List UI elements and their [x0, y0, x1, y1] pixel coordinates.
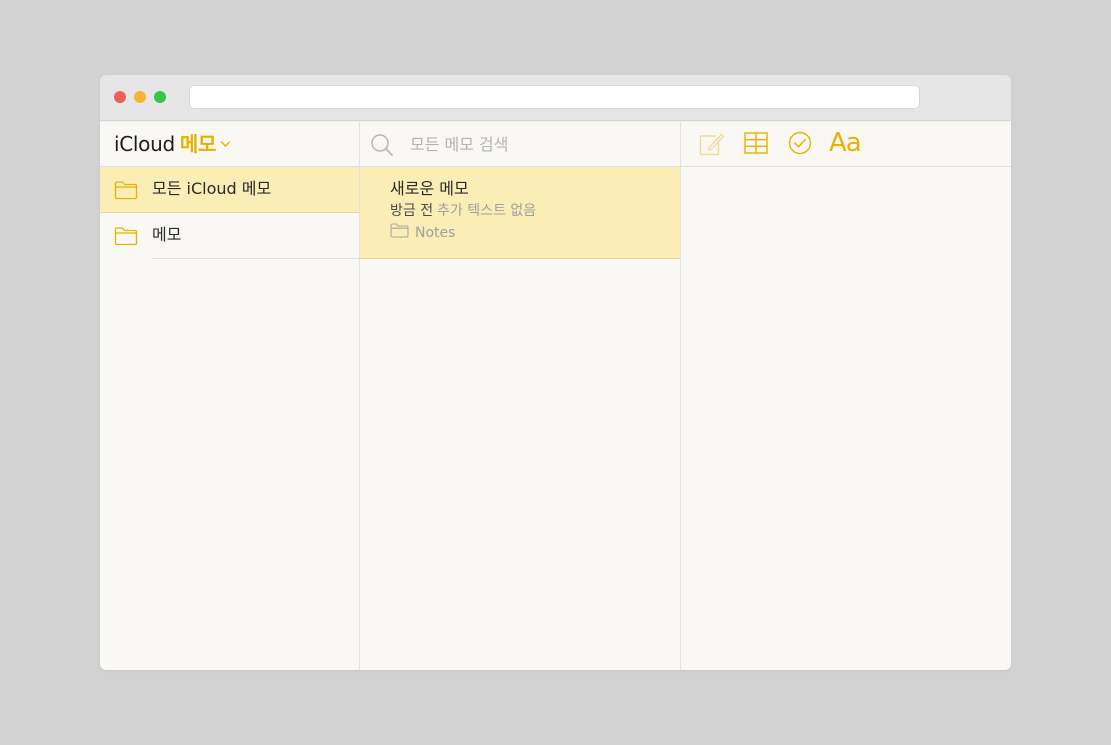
title-bar: [100, 75, 1011, 121]
note-folder-label: Notes: [415, 224, 456, 241]
sidebar-header: iCloud 메모: [100, 122, 359, 167]
note-timestamp: 방금 전: [390, 203, 434, 219]
account-switcher[interactable]: iCloud 메모: [114, 132, 231, 156]
minimize-window-button[interactable]: [134, 91, 146, 103]
format-label: Aa: [829, 128, 862, 158]
note-title: 새로운 메모: [390, 179, 469, 198]
folder-icon: [114, 180, 138, 204]
note-preview: 추가 텍스트 없음: [437, 203, 537, 219]
compose-icon[interactable]: [697, 130, 725, 162]
chevron-down-icon[interactable]: [220, 140, 231, 148]
checklist-icon[interactable]: [787, 130, 813, 160]
divider: [152, 258, 359, 259]
search-input[interactable]: [408, 132, 672, 156]
table-icon[interactable]: [743, 130, 769, 160]
brand-icloud-label: iCloud: [114, 132, 175, 156]
search-bar: [360, 122, 680, 167]
brand-memo-label: 메모: [179, 132, 217, 156]
zoom-window-button[interactable]: [154, 91, 166, 103]
editor-toolbar: Aa: [681, 122, 1011, 167]
address-bar[interactable]: [189, 85, 920, 109]
note-meta: 방금 전 추가 텍스트 없음: [390, 202, 536, 220]
sidebar-item-notes[interactable]: 메모: [100, 213, 359, 258]
folder-icon: [114, 226, 138, 250]
folder-sidebar: iCloud 메모 모든 iCloud 메모 메모: [100, 122, 360, 670]
notes-window: iCloud 메모 모든 iCloud 메모 메모 모든 메모 검색 새로운 메…: [100, 75, 1011, 670]
close-window-button[interactable]: [114, 91, 126, 103]
sidebar-item-label: 모든 iCloud 메모: [152, 179, 272, 198]
search-icon: [370, 133, 394, 161]
note-folder: Notes: [390, 223, 455, 242]
note-editor[interactable]: Aa: [681, 122, 1011, 670]
format-text-button[interactable]: Aa: [829, 128, 862, 158]
sidebar-item-all-icloud-notes[interactable]: 모든 iCloud 메모: [100, 167, 359, 213]
notes-list-pane: 새로운 메모 방금 전추가 텍스트 없음 Notes: [360, 122, 681, 670]
sidebar-item-label: 메모: [152, 225, 182, 244]
note-list-item[interactable]: 새로운 메모 방금 전 추가 텍스트 없음 Notes: [360, 167, 680, 259]
folder-icon: [390, 223, 409, 242]
